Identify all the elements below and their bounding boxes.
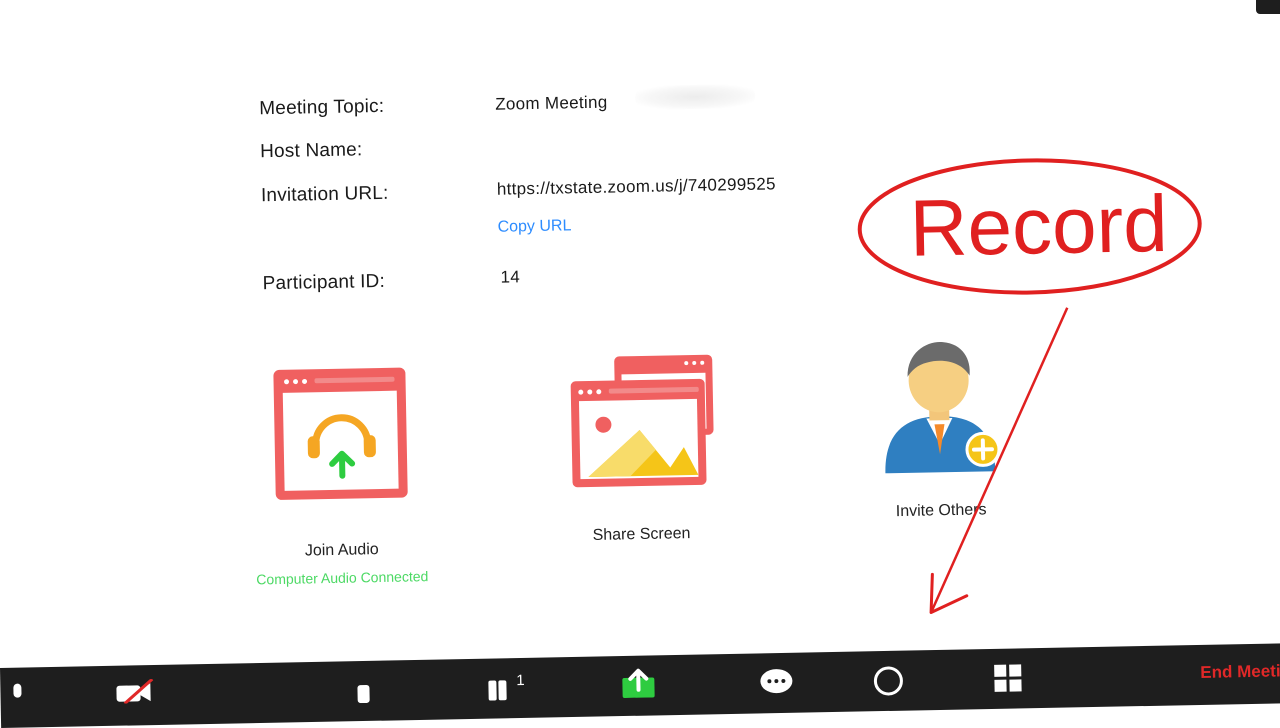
- participant-id-label: Participant ID:: [262, 270, 386, 295]
- participants-count: 1: [516, 671, 525, 690]
- record-annotation-text: Record: [908, 178, 1169, 273]
- invite-person-icon: [885, 342, 1001, 474]
- record-icon[interactable]: [872, 665, 905, 698]
- join-audio-button[interactable]: Join Audio Computer Audio Connected: [238, 362, 442, 588]
- invitation-url-label: Invitation URL:: [260, 182, 389, 207]
- share-screen-icon[interactable]: [620, 667, 657, 699]
- redacted-area: [634, 83, 756, 111]
- participant-id-value: 14: [500, 267, 521, 287]
- participants-icon[interactable]: [486, 676, 508, 701]
- share-screen-icon: [570, 354, 714, 488]
- invite-others-button[interactable]: Invite Others: [858, 331, 1022, 522]
- invitation-url-value: https://txstate.zoom.us/j/740299525: [496, 174, 776, 199]
- share-screen-button[interactable]: Share Screen: [548, 348, 732, 545]
- headphones-icon: [273, 367, 408, 500]
- end-meeting-button[interactable]: End Meeting: [1200, 661, 1280, 683]
- mute-icon[interactable]: [6, 679, 28, 703]
- breakout-rooms-icon[interactable]: [992, 662, 1025, 695]
- meeting-topic-value: Zoom Meeting: [495, 92, 608, 114]
- share-screen-label: Share Screen: [592, 525, 691, 544]
- meeting-topic-label: Meeting Topic:: [259, 95, 385, 120]
- audio-status-text: Computer Audio Connected: [256, 568, 429, 588]
- copy-url-link[interactable]: Copy URL: [497, 217, 571, 236]
- join-audio-label: Join Audio: [304, 541, 379, 560]
- host-name-label: Host Name:: [259, 139, 363, 163]
- meeting-info-panel: Meeting Topic: Zoom Meeting Host Name: I…: [0, 0, 1280, 713]
- chat-icon[interactable]: [758, 667, 795, 698]
- video-icon[interactable]: [114, 679, 154, 704]
- security-icon[interactable]: [354, 679, 372, 704]
- window-corner-control[interactable]: [1256, 0, 1280, 14]
- invite-others-label: Invite Others: [895, 501, 987, 521]
